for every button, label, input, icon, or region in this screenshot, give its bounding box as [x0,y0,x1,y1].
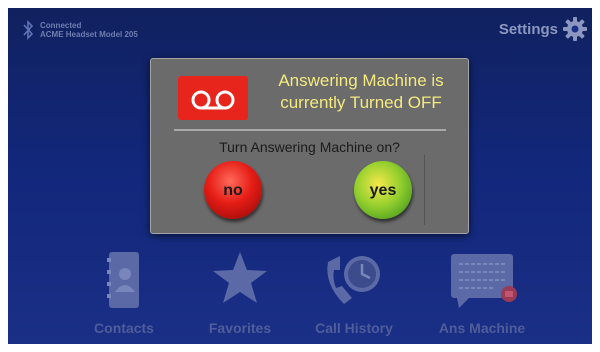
voicemail-icon [178,76,248,120]
settings-label: Settings [498,20,558,38]
star-icon [213,252,267,303]
tile-favorites[interactable]: Favorites [185,246,295,342]
tile-label: Favorites [208,320,272,336]
no-button[interactable]: no [204,161,262,219]
dialog-title-line1: Answering Machine is [278,71,444,90]
yes-button[interactable]: yes [354,155,425,225]
tile-label: Call History [315,320,393,336]
dialog-title-line2: currently Turned OFF [280,93,442,112]
address-book-icon [107,252,139,308]
gear-icon [563,17,587,41]
tile-label: Contacts [94,320,154,336]
yes-button-label: yes [369,181,397,199]
tile-label: Ans Machine [438,320,526,336]
phone-clock-icon [327,256,380,304]
status-text: Connected ACME Headset Model 205 [40,21,138,39]
no-button-label: no [223,181,243,199]
settings-button[interactable]: Settings [499,16,588,42]
tile-call-history[interactable]: Call History [299,246,409,342]
answering-machine-icon [451,254,517,308]
status-line-connected: Connected [40,21,82,30]
tile-ans-machine[interactable]: Ans Machine [427,246,537,342]
dialog-title: Answering Machine is currently Turned OF… [256,70,466,114]
bluetooth-icon [23,20,34,40]
status-line-device: ACME Headset Model 205 [40,30,138,39]
connection-status: Connected ACME Headset Model 205 [22,20,138,40]
tile-contacts[interactable]: Contacts [69,246,179,342]
answering-machine-dialog: Answering Machine is currently Turned OF… [150,58,469,234]
dialog-question: Turn Answering Machine on? [219,139,400,155]
dialog-divider [174,129,446,131]
home-tiles: Contacts Favorites Call History Ans Mach… [8,246,592,342]
home-screen: Connected ACME Headset Model 205 Setting… [8,8,592,344]
